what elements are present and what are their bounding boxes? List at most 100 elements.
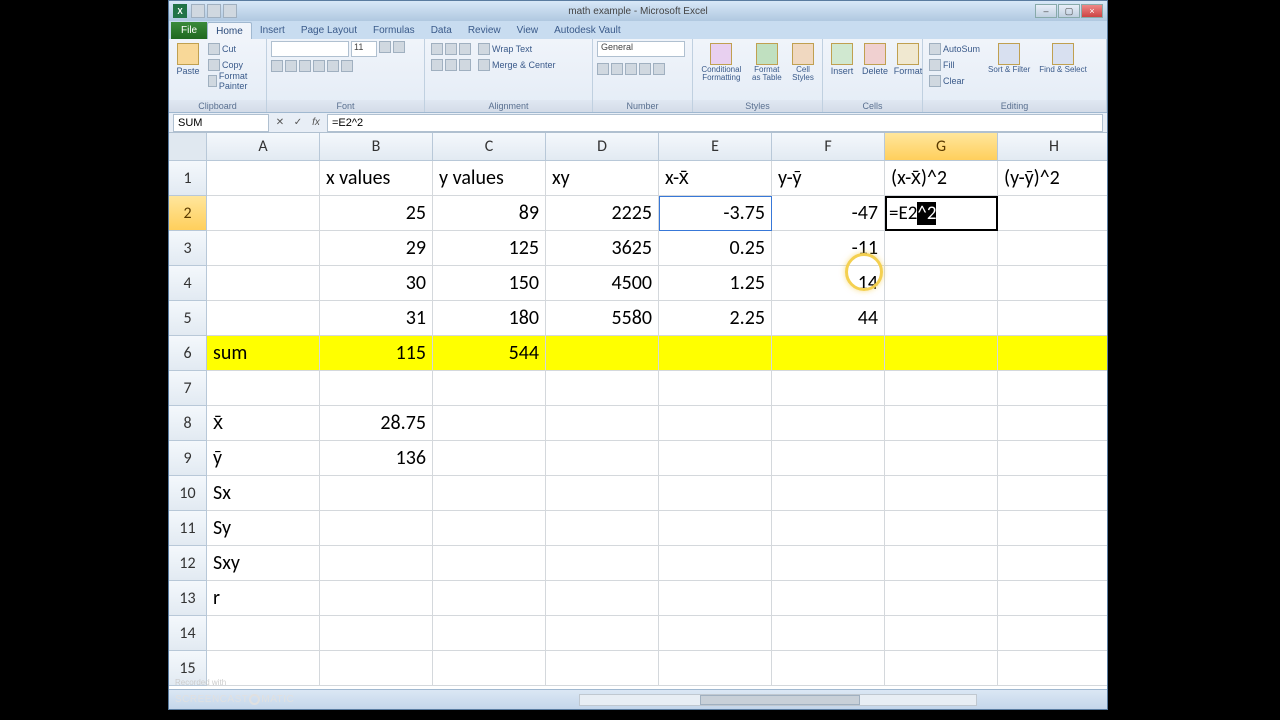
cell-G4[interactable]	[885, 266, 998, 301]
cell-B2[interactable]: 25	[320, 196, 433, 231]
cell-G6[interactable]	[885, 336, 998, 371]
cell-B11[interactable]	[320, 511, 433, 546]
cell-A3[interactable]	[207, 231, 320, 266]
font-size-select[interactable]: 11	[351, 41, 377, 57]
column-header-A[interactable]: A	[207, 133, 320, 161]
tab-data[interactable]: Data	[423, 22, 460, 39]
row-header-7[interactable]: 7	[169, 371, 207, 406]
row-header-12[interactable]: 12	[169, 546, 207, 581]
column-header-E[interactable]: E	[659, 133, 772, 161]
align-center-icon[interactable]	[445, 59, 457, 71]
cell-D13[interactable]	[546, 581, 659, 616]
align-bottom-icon[interactable]	[459, 43, 471, 55]
cell-E8[interactable]	[659, 406, 772, 441]
cell-F5[interactable]: 44	[772, 301, 885, 336]
cell-H4[interactable]	[998, 266, 1107, 301]
cell-G2[interactable]: =E2^2	[885, 196, 998, 231]
name-box[interactable]: SUM	[173, 114, 269, 132]
grow-font-icon[interactable]	[379, 41, 391, 53]
fill-button[interactable]: Fill	[927, 57, 982, 72]
undo-icon[interactable]	[207, 4, 221, 18]
column-header-B[interactable]: B	[320, 133, 433, 161]
borders-button[interactable]	[313, 60, 325, 72]
cell-E11[interactable]	[659, 511, 772, 546]
cell-G9[interactable]	[885, 441, 998, 476]
row-header-14[interactable]: 14	[169, 616, 207, 651]
cell-G14[interactable]	[885, 616, 998, 651]
row-header-6[interactable]: 6	[169, 336, 207, 371]
conditional-formatting-button[interactable]: Conditional Formatting	[697, 41, 746, 84]
align-middle-icon[interactable]	[445, 43, 457, 55]
underline-button[interactable]	[299, 60, 311, 72]
wrap-text-button[interactable]: Wrap Text	[476, 41, 558, 56]
cell-D3[interactable]: 3625	[546, 231, 659, 266]
cell-C11[interactable]	[433, 511, 546, 546]
cell-A7[interactable]	[207, 371, 320, 406]
increase-decimal-icon[interactable]	[639, 63, 651, 75]
row-header-13[interactable]: 13	[169, 581, 207, 616]
cell-C12[interactable]	[433, 546, 546, 581]
maximize-button[interactable]: ▢	[1058, 4, 1080, 18]
cell-D9[interactable]	[546, 441, 659, 476]
cut-button[interactable]: Cut	[206, 41, 262, 56]
cell-G13[interactable]	[885, 581, 998, 616]
cell-B7[interactable]	[320, 371, 433, 406]
find-select-button[interactable]: Find & Select	[1036, 41, 1090, 76]
cell-E4[interactable]: 1.25	[659, 266, 772, 301]
cell-B13[interactable]	[320, 581, 433, 616]
cell-D12[interactable]	[546, 546, 659, 581]
cell-H5[interactable]	[998, 301, 1107, 336]
cell-C7[interactable]	[433, 371, 546, 406]
cell-F15[interactable]	[772, 651, 885, 686]
cell-D8[interactable]	[546, 406, 659, 441]
format-cells-button[interactable]: Format	[893, 41, 923, 78]
cell-H13[interactable]	[998, 581, 1107, 616]
tab-autodesk-vault[interactable]: Autodesk Vault	[546, 22, 629, 39]
clear-button[interactable]: Clear	[927, 73, 982, 88]
tab-view[interactable]: View	[509, 22, 547, 39]
cell-F3[interactable]: -11	[772, 231, 885, 266]
cell-E10[interactable]	[659, 476, 772, 511]
cell-F4[interactable]: 14	[772, 266, 885, 301]
insert-cells-button[interactable]: Insert	[827, 41, 857, 78]
font-family-select[interactable]	[271, 41, 349, 57]
tab-review[interactable]: Review	[460, 22, 509, 39]
row-header-9[interactable]: 9	[169, 441, 207, 476]
tab-formulas[interactable]: Formulas	[365, 22, 423, 39]
cell-G8[interactable]	[885, 406, 998, 441]
cell-F1[interactable]: y-ȳ	[772, 161, 885, 196]
cell-E15[interactable]	[659, 651, 772, 686]
hscroll-thumb[interactable]	[700, 695, 860, 705]
column-header-G[interactable]: G	[885, 133, 998, 161]
cell-C5[interactable]: 180	[433, 301, 546, 336]
cell-F2[interactable]: -47	[772, 196, 885, 231]
cell-H15[interactable]	[998, 651, 1107, 686]
decrease-decimal-icon[interactable]	[653, 63, 665, 75]
column-header-D[interactable]: D	[546, 133, 659, 161]
cell-F6[interactable]	[772, 336, 885, 371]
format-painter-button[interactable]: Format Painter	[206, 73, 262, 88]
cell-A8[interactable]: x̄	[207, 406, 320, 441]
row-header-2[interactable]: 2	[169, 196, 207, 231]
cell-H11[interactable]	[998, 511, 1107, 546]
column-header-H[interactable]: H	[998, 133, 1107, 161]
cell-C8[interactable]	[433, 406, 546, 441]
cell-H9[interactable]	[998, 441, 1107, 476]
cell-G5[interactable]	[885, 301, 998, 336]
cell-H12[interactable]	[998, 546, 1107, 581]
cell-F8[interactable]	[772, 406, 885, 441]
cell-A11[interactable]: Sy	[207, 511, 320, 546]
cell-C10[interactable]	[433, 476, 546, 511]
cell-H10[interactable]	[998, 476, 1107, 511]
enter-formula-icon[interactable]: ✓	[289, 115, 307, 131]
autosum-button[interactable]: AutoSum	[927, 41, 982, 56]
cell-B9[interactable]: 136	[320, 441, 433, 476]
cell-E2[interactable]: -3.75	[659, 196, 772, 231]
cell-A12[interactable]: Sxy	[207, 546, 320, 581]
cell-C2[interactable]: 89	[433, 196, 546, 231]
cell-C4[interactable]: 150	[433, 266, 546, 301]
cell-C14[interactable]	[433, 616, 546, 651]
cell-F9[interactable]	[772, 441, 885, 476]
align-top-icon[interactable]	[431, 43, 443, 55]
cell-D5[interactable]: 5580	[546, 301, 659, 336]
